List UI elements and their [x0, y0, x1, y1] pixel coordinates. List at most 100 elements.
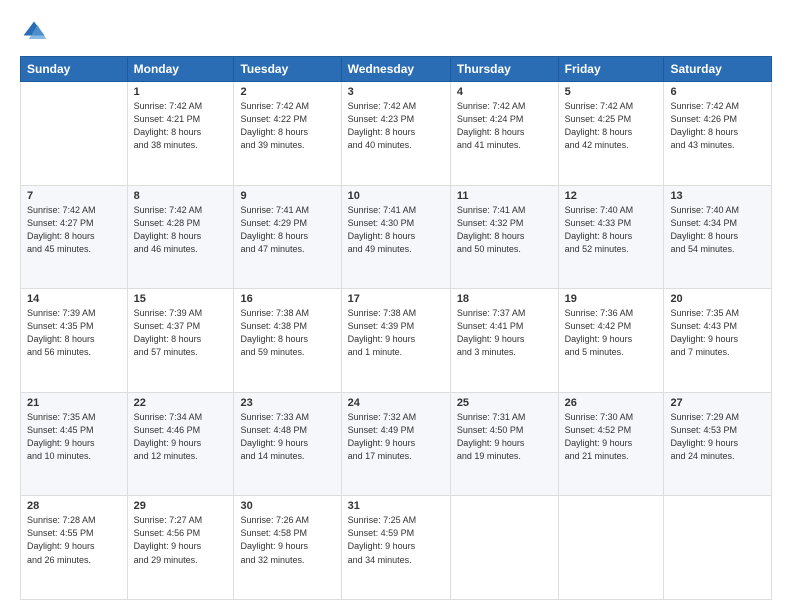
day-info: Sunrise: 7:39 AMSunset: 4:37 PMDaylight:…	[134, 307, 228, 359]
week-row: 1 Sunrise: 7:42 AMSunset: 4:21 PMDaylight…	[21, 82, 772, 186]
day-number: 13	[670, 190, 765, 202]
day-cell: 31 Sunrise: 7:25 AMSunset: 4:59 PMDayligh…	[341, 496, 450, 600]
day-info: Sunrise: 7:42 AMSunset: 4:22 PMDaylight:…	[240, 100, 334, 152]
day-info: Sunrise: 7:35 AMSunset: 4:45 PMDaylight:…	[27, 411, 121, 463]
day-cell	[664, 496, 772, 600]
day-info: Sunrise: 7:33 AMSunset: 4:48 PMDaylight:…	[240, 411, 334, 463]
day-cell: 21 Sunrise: 7:35 AMSunset: 4:45 PMDayligh…	[21, 392, 128, 496]
col-header-monday: Monday	[127, 57, 234, 82]
day-number: 9	[240, 190, 334, 202]
day-cell: 10 Sunrise: 7:41 AMSunset: 4:30 PMDayligh…	[341, 185, 450, 289]
week-row: 7 Sunrise: 7:42 AMSunset: 4:27 PMDaylight…	[21, 185, 772, 289]
day-info: Sunrise: 7:42 AMSunset: 4:21 PMDaylight:…	[134, 100, 228, 152]
day-number: 16	[240, 293, 334, 305]
day-number: 29	[134, 500, 228, 512]
day-number: 18	[457, 293, 552, 305]
day-info: Sunrise: 7:36 AMSunset: 4:42 PMDaylight:…	[565, 307, 658, 359]
day-number: 7	[27, 190, 121, 202]
day-info: Sunrise: 7:38 AMSunset: 4:39 PMDaylight:…	[348, 307, 444, 359]
day-number: 21	[27, 397, 121, 409]
day-info: Sunrise: 7:29 AMSunset: 4:53 PMDaylight:…	[670, 411, 765, 463]
day-number: 25	[457, 397, 552, 409]
day-number: 10	[348, 190, 444, 202]
day-number: 14	[27, 293, 121, 305]
day-number: 5	[565, 86, 658, 98]
day-number: 22	[134, 397, 228, 409]
day-cell: 9Sunrise: 7:41 AMSunset: 4:29 PMDaylight…	[234, 185, 341, 289]
day-cell: 4 Sunrise: 7:42 AMSunset: 4:24 PMDaylight…	[450, 82, 558, 186]
calendar-table: SundayMondayTuesdayWednesdayThursdayFrid…	[20, 56, 772, 600]
col-header-tuesday: Tuesday	[234, 57, 341, 82]
day-number: 6	[670, 86, 765, 98]
day-number: 27	[670, 397, 765, 409]
day-cell: 28 Sunrise: 7:28 AMSunset: 4:55 PMDayligh…	[21, 496, 128, 600]
day-cell: 29 Sunrise: 7:27 AMSunset: 4:56 PMDayligh…	[127, 496, 234, 600]
logo-icon	[20, 18, 48, 46]
col-header-friday: Friday	[558, 57, 664, 82]
day-cell	[450, 496, 558, 600]
day-info: Sunrise: 7:39 AMSunset: 4:35 PMDaylight:…	[27, 307, 121, 359]
day-cell	[558, 496, 664, 600]
day-cell: 1 Sunrise: 7:42 AMSunset: 4:21 PMDaylight…	[127, 82, 234, 186]
day-info: Sunrise: 7:42 AMSunset: 4:25 PMDaylight:…	[565, 100, 658, 152]
day-cell	[21, 82, 128, 186]
day-info: Sunrise: 7:41 AMSunset: 4:30 PMDaylight:…	[348, 204, 444, 256]
day-info: Sunrise: 7:41 AMSunset: 4:32 PMDaylight:…	[457, 204, 552, 256]
day-number: 30	[240, 500, 334, 512]
day-cell: 13 Sunrise: 7:40 AMSunset: 4:34 PMDayligh…	[664, 185, 772, 289]
day-number: 28	[27, 500, 121, 512]
day-number: 4	[457, 86, 552, 98]
day-number: 31	[348, 500, 444, 512]
day-info: Sunrise: 7:40 AMSunset: 4:33 PMDaylight:…	[565, 204, 658, 256]
day-cell: 22Sunrise: 7:34 AMSunset: 4:46 PMDayligh…	[127, 392, 234, 496]
day-cell: 7 Sunrise: 7:42 AMSunset: 4:27 PMDaylight…	[21, 185, 128, 289]
week-row: 21 Sunrise: 7:35 AMSunset: 4:45 PMDayligh…	[21, 392, 772, 496]
day-cell: 14 Sunrise: 7:39 AMSunset: 4:35 PMDayligh…	[21, 289, 128, 393]
header	[20, 18, 772, 46]
header-row: SundayMondayTuesdayWednesdayThursdayFrid…	[21, 57, 772, 82]
day-info: Sunrise: 7:31 AMSunset: 4:50 PMDaylight:…	[457, 411, 552, 463]
page: SundayMondayTuesdayWednesdayThursdayFrid…	[0, 0, 792, 612]
week-row: 14 Sunrise: 7:39 AMSunset: 4:35 PMDayligh…	[21, 289, 772, 393]
week-row: 28 Sunrise: 7:28 AMSunset: 4:55 PMDayligh…	[21, 496, 772, 600]
day-info: Sunrise: 7:25 AMSunset: 4:59 PMDaylight:…	[348, 514, 444, 566]
day-cell: 8 Sunrise: 7:42 AMSunset: 4:28 PMDaylight…	[127, 185, 234, 289]
day-number: 24	[348, 397, 444, 409]
day-cell: 3 Sunrise: 7:42 AMSunset: 4:23 PMDaylight…	[341, 82, 450, 186]
day-cell: 26 Sunrise: 7:30 AMSunset: 4:52 PMDayligh…	[558, 392, 664, 496]
day-number: 8	[134, 190, 228, 202]
day-cell: 19 Sunrise: 7:36 AMSunset: 4:42 PMDayligh…	[558, 289, 664, 393]
day-cell: 30 Sunrise: 7:26 AMSunset: 4:58 PMDayligh…	[234, 496, 341, 600]
day-number: 1	[134, 86, 228, 98]
day-cell: 25 Sunrise: 7:31 AMSunset: 4:50 PMDayligh…	[450, 392, 558, 496]
day-cell: 2 Sunrise: 7:42 AMSunset: 4:22 PMDaylight…	[234, 82, 341, 186]
day-cell: 5 Sunrise: 7:42 AMSunset: 4:25 PMDaylight…	[558, 82, 664, 186]
day-info: Sunrise: 7:42 AMSunset: 4:28 PMDaylight:…	[134, 204, 228, 256]
day-cell: 18Sunrise: 7:37 AMSunset: 4:41 PMDayligh…	[450, 289, 558, 393]
day-number: 2	[240, 86, 334, 98]
day-number: 17	[348, 293, 444, 305]
day-info: Sunrise: 7:27 AMSunset: 4:56 PMDaylight:…	[134, 514, 228, 566]
day-info: Sunrise: 7:28 AMSunset: 4:55 PMDaylight:…	[27, 514, 121, 566]
day-number: 12	[565, 190, 658, 202]
day-info: Sunrise: 7:26 AMSunset: 4:58 PMDaylight:…	[240, 514, 334, 566]
day-info: Sunrise: 7:40 AMSunset: 4:34 PMDaylight:…	[670, 204, 765, 256]
logo	[20, 18, 52, 46]
col-header-sunday: Sunday	[21, 57, 128, 82]
day-info: Sunrise: 7:42 AMSunset: 4:24 PMDaylight:…	[457, 100, 552, 152]
day-info: Sunrise: 7:38 AMSunset: 4:38 PMDaylight:…	[240, 307, 334, 359]
day-number: 3	[348, 86, 444, 98]
day-info: Sunrise: 7:30 AMSunset: 4:52 PMDaylight:…	[565, 411, 658, 463]
day-number: 15	[134, 293, 228, 305]
day-cell: 27 Sunrise: 7:29 AMSunset: 4:53 PMDayligh…	[664, 392, 772, 496]
col-header-wednesday: Wednesday	[341, 57, 450, 82]
day-number: 19	[565, 293, 658, 305]
day-info: Sunrise: 7:42 AMSunset: 4:23 PMDaylight:…	[348, 100, 444, 152]
day-cell: 23 Sunrise: 7:33 AMSunset: 4:48 PMDayligh…	[234, 392, 341, 496]
day-number: 23	[240, 397, 334, 409]
col-header-saturday: Saturday	[664, 57, 772, 82]
day-number: 26	[565, 397, 658, 409]
day-info: Sunrise: 7:42 AMSunset: 4:27 PMDaylight:…	[27, 204, 121, 256]
col-header-thursday: Thursday	[450, 57, 558, 82]
day-cell: 6Sunrise: 7:42 AMSunset: 4:26 PMDaylight…	[664, 82, 772, 186]
